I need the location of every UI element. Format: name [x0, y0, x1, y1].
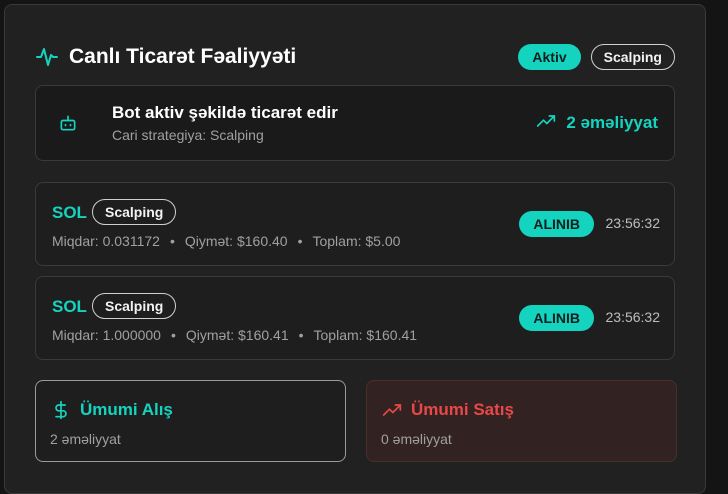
total-buy-header: Ümumi Alış [50, 399, 331, 421]
trade-total: Toplam: $5.00 [312, 233, 401, 249]
trade-count: 2 əməliyyat [536, 111, 658, 136]
live-trading-activity-card: Canlı Ticarət Fəaliyyəti Aktiv Scalping … [4, 4, 706, 494]
card-title: Canlı Ticarət Fəaliyyəti [69, 45, 297, 68]
trade-symbol: SOL [52, 203, 87, 222]
separator-dot: • [298, 327, 304, 343]
trade-details: Miqdar: 0.031172 • Qiymət: $160.40 • Top… [52, 233, 400, 249]
trade-status-badge: ALINIB [519, 211, 594, 237]
total-buy-label: Ümumi Alış [80, 400, 173, 419]
trade-price: Qiymət: $160.40 [184, 233, 288, 249]
bot-status-panel: Bot aktiv şəkildə ticarət edir Cari stra… [35, 85, 675, 161]
card-header: Canlı Ticarət Fəaliyyəti Aktiv Scalping [35, 41, 675, 73]
separator-dot: • [297, 233, 303, 249]
separator-dot: • [169, 233, 175, 249]
separator-dot: • [170, 327, 176, 343]
trade-amount: Miqdar: 0.031172 [52, 233, 160, 249]
current-strategy-text: Cari strategiya: Scalping [112, 127, 264, 143]
trade-details: Miqdar: 1.000000 • Qiymət: $160.41 • Top… [52, 327, 417, 343]
strategy-badge: Scalping [590, 44, 675, 70]
trade-row[interactable]: SOL Scalping Miqdar: 0.031172 • Qiymət: … [35, 182, 675, 266]
trade-count-text: 2 əməliyyat [566, 113, 658, 132]
trending-up-icon [536, 111, 556, 136]
trade-time: 23:56:32 [605, 309, 661, 325]
total-sell-count: 0 əməliyyat [381, 431, 452, 447]
total-sell-label: Ümumi Satış [411, 400, 514, 419]
bot-status-texts: Bot aktiv şəkildə ticarət edir Cari stra… [112, 103, 338, 143]
trade-row[interactable]: SOL Scalping Miqdar: 1.000000 • Qiymət: … [35, 276, 675, 360]
bot-status-text: Bot aktiv şəkildə ticarət edir [112, 103, 338, 122]
trade-time: 23:56:32 [605, 215, 661, 231]
trade-price: Qiymət: $160.41 [185, 327, 289, 343]
total-sell-card[interactable]: Ümumi Satış 0 əməliyyat [366, 380, 677, 462]
activity-pulse-icon [35, 45, 59, 69]
active-badge: Aktiv [518, 44, 581, 70]
total-buy-count: 2 əməliyyat [50, 431, 121, 447]
trending-up-icon [381, 399, 403, 421]
total-sell-header: Ümumi Satış [381, 399, 662, 421]
trade-amount: Miqdar: 1.000000 [52, 327, 161, 343]
header-badges: Aktiv Scalping [518, 44, 675, 70]
dollar-icon [50, 399, 72, 421]
trade-strategy-badge: Scalping [92, 199, 177, 225]
bot-icon [58, 111, 82, 135]
trade-total: Toplam: $160.41 [313, 327, 418, 343]
trade-strategy-badge: Scalping [92, 293, 177, 319]
total-buy-card[interactable]: Ümumi Alış 2 əməliyyat [35, 380, 346, 462]
trade-symbol: SOL [52, 297, 87, 316]
trade-status-badge: ALINIB [519, 305, 594, 331]
